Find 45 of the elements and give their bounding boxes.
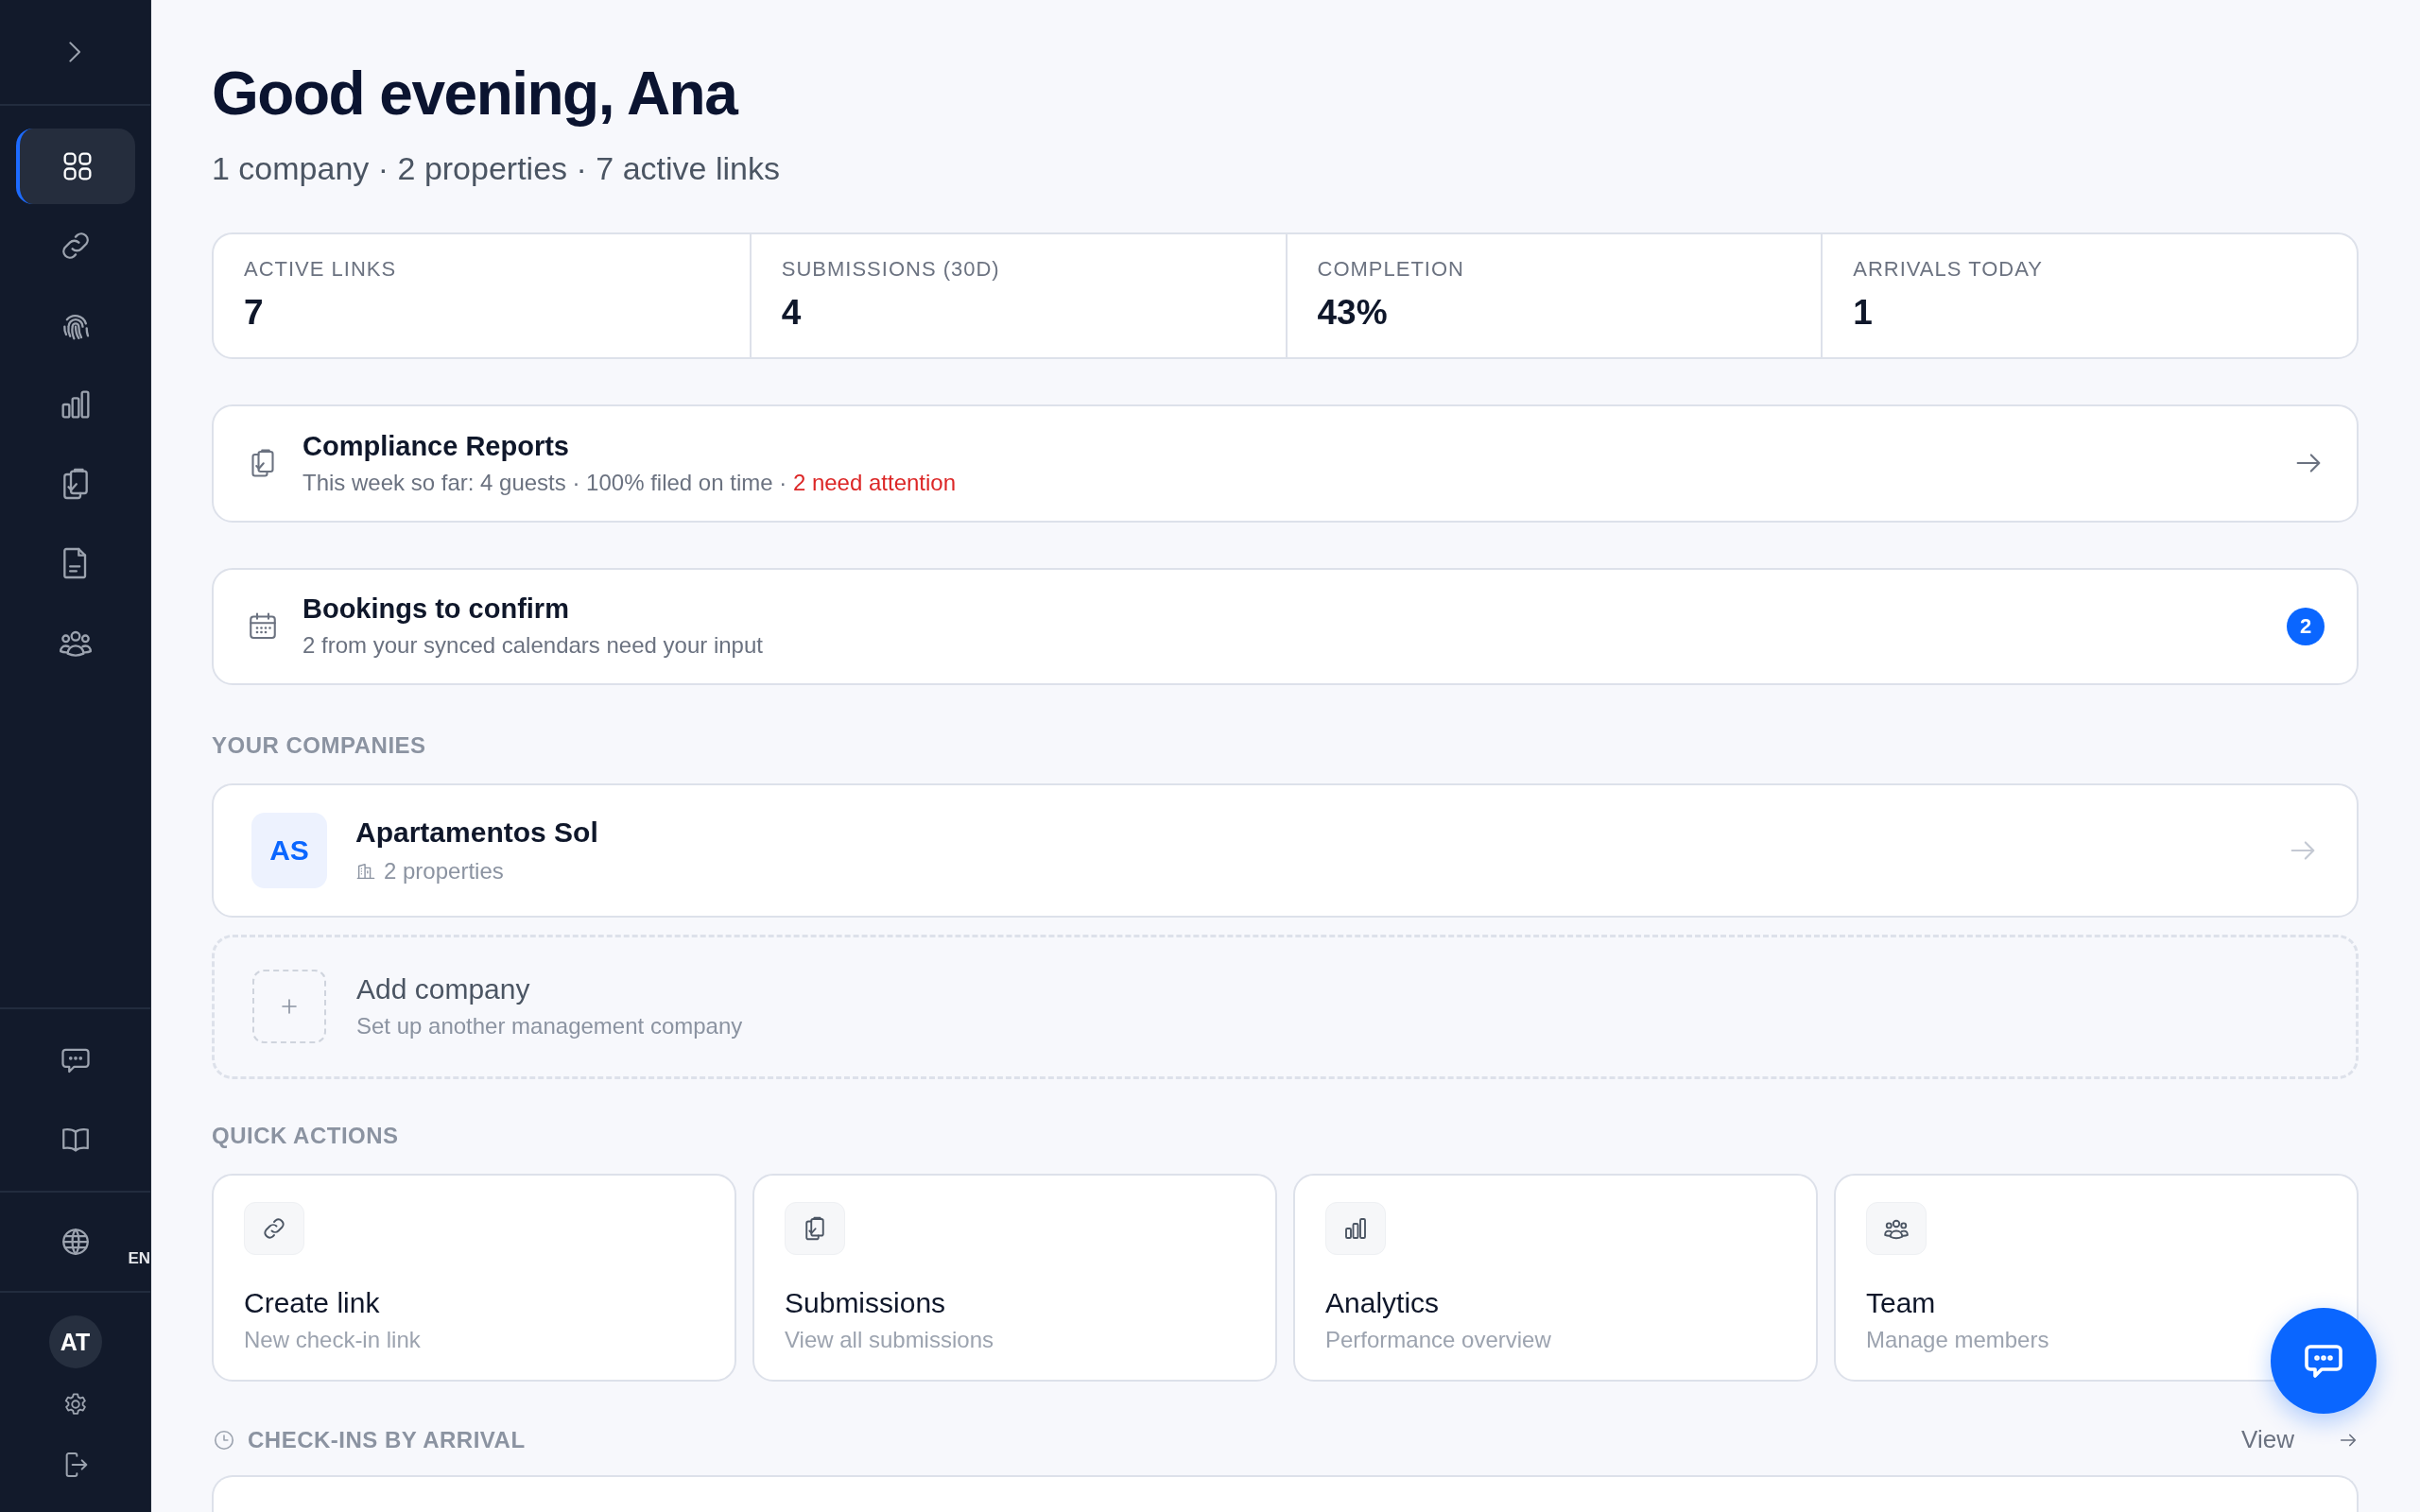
add-company-description: Set up another management company — [356, 1013, 743, 1040]
quick-action-card[interactable]: Submissions View all submissions — [752, 1174, 1277, 1383]
view-all-link[interactable]: View — [2241, 1425, 2359, 1455]
notice-description: 2 from your synced calendars need your input — [302, 632, 764, 660]
stat-label: ARRIVALS TODAY — [1853, 257, 2044, 283]
action-title: Create link — [244, 1287, 381, 1320]
action-description: New check-in link — [244, 1327, 422, 1354]
action-title: Analytics — [1325, 1287, 1441, 1320]
language-code: EN — [128, 1249, 151, 1268]
quick-action-card[interactable]: Create link New check-in link — [212, 1174, 736, 1383]
notice-card[interactable]: Bookings to confirm 2 from your synced calendars need your input 2 — [212, 567, 2359, 685]
company-name: Apartamentos Sol — [355, 816, 599, 849]
section-heading: YOUR COMPANIES — [212, 731, 427, 759]
stat-value: 43% — [1317, 293, 1389, 334]
property-count: 2 properties — [384, 857, 504, 885]
action-description: Manage members — [1866, 1327, 2050, 1354]
add-company-title: Add company — [356, 973, 531, 1006]
chevron-right-icon — [69, 42, 81, 62]
company-initials: AS — [251, 812, 327, 888]
account-summary: 1 company · 2 properties · 7 active links — [212, 150, 781, 188]
user-avatar[interactable]: AT — [48, 1315, 102, 1368]
quick-action-card[interactable]: Team Manage members — [1834, 1174, 2359, 1383]
section-heading: QUICK ACTIONS — [212, 1123, 400, 1150]
quick-action-card[interactable]: Analytics Performance overview — [1293, 1174, 1818, 1383]
action-description: Performance overview — [1325, 1327, 1552, 1354]
action-title: Submissions — [785, 1287, 947, 1320]
chat-button[interactable] — [2271, 1308, 2377, 1414]
add-company-card[interactable]: Add company Set up another management company — [212, 934, 2359, 1080]
notice-card[interactable]: Compliance Reports This week so far: 4 guests · 100% filed on time · 2 need attention — [212, 404, 2359, 523]
action-title: Team — [1866, 1287, 1937, 1320]
notice-description: This week so far: 4 guests · 100% filed on time · 2 need attention — [302, 469, 958, 496]
greeting-heading: Good evening, Ana — [212, 59, 739, 129]
stat-label: SUBMISSIONS (30D) — [781, 257, 1001, 283]
stat-label: ACTIVE LINKS — [244, 257, 398, 283]
stat-value: 7 — [244, 293, 265, 334]
notice-title: Bookings to confirm — [302, 593, 570, 626]
count-badge: 2 — [2287, 607, 2325, 645]
notice-title: Compliance Reports — [302, 430, 570, 462]
nav-item[interactable] — [15, 129, 135, 204]
stat-value: 4 — [781, 293, 803, 334]
stat-value: 1 — [1853, 293, 1874, 334]
section-heading: CHECK-INS BY ARRIVAL — [248, 1426, 526, 1453]
stat-label: COMPLETION — [1317, 257, 1465, 283]
action-description: View all submissions — [785, 1327, 994, 1354]
company-card[interactable]: AS Apartamentos Sol 2 properties — [212, 782, 2359, 918]
